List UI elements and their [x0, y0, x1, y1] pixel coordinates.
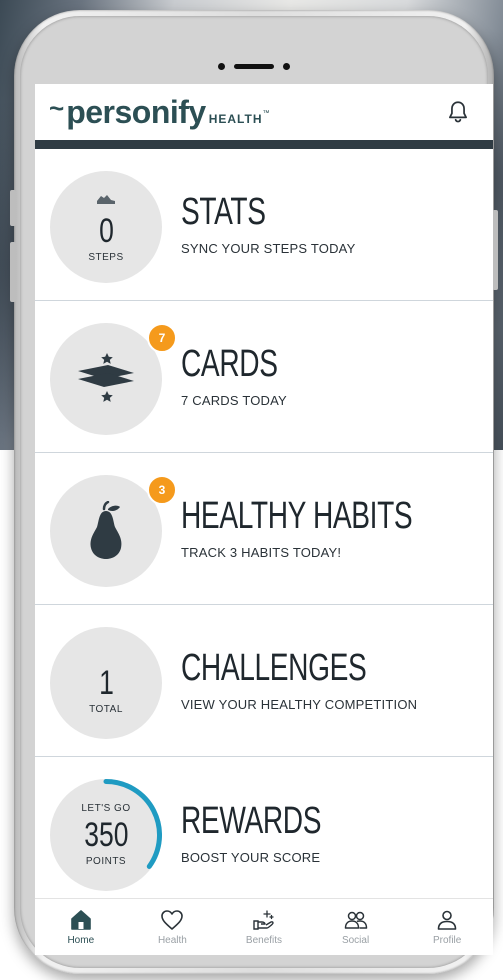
logo-wordmark: personify	[66, 93, 206, 130]
tab-profile-label: Profile	[432, 934, 462, 946]
person-icon	[437, 910, 457, 930]
stats-text: STATS SYNC YOUR STEPS TODAY	[181, 149, 355, 300]
heart-icon	[161, 909, 184, 930]
logo-mark: ~	[49, 92, 65, 123]
logo-suffix: HEALTH	[208, 111, 263, 126]
challenges-text: CHALLENGES VIEW YOUR HEALTHY COMPETITION	[181, 605, 432, 756]
rewards-progress-arc	[103, 779, 162, 869]
volume-down-button	[10, 242, 16, 302]
cards-title: CARDS	[181, 343, 278, 385]
rewards-row[interactable]: LET'S GO 350 POINTS REWARDS BOOST YOUR S…	[35, 757, 493, 909]
app-screen: ~ personify HEALTH ™ 0 STEPS STATS SYNC …	[35, 84, 493, 955]
header-divider	[35, 140, 493, 149]
steps-label: STEPS	[88, 251, 124, 263]
rewards-progress-ring	[103, 779, 162, 869]
challenges-title: CHALLENGES	[181, 647, 367, 689]
rewards-text: REWARDS BOOST YOUR SCORE	[181, 757, 370, 909]
habits-row[interactable]: 3 HEALTHY HABITS TRACK 3 HABITS TODAY!	[35, 453, 493, 605]
tab-home[interactable]: Home	[35, 899, 127, 955]
tab-benefits[interactable]: Benefits	[218, 899, 310, 955]
tab-benefits-label: Benefits	[245, 934, 283, 946]
challenges-circle: 1 TOTAL	[50, 627, 162, 739]
dashboard-list: 0 STEPS STATS SYNC YOUR STEPS TODAY 7 CA…	[35, 149, 493, 909]
challenges-label: TOTAL	[89, 703, 123, 715]
phone-bezel: ~ personify HEALTH ™ 0 STEPS STATS SYNC …	[20, 16, 493, 968]
rewards-subtitle: BOOST YOUR SCORE	[181, 849, 321, 865]
logo-trademark: ™	[262, 109, 270, 117]
tab-health[interactable]: Health	[127, 899, 219, 955]
steps-value: 0	[98, 211, 114, 250]
habits-title: HEALTHY HABITS	[181, 495, 413, 537]
habits-circle	[50, 475, 162, 587]
tab-profile[interactable]: Profile	[401, 899, 493, 955]
app-header: ~ personify HEALTH ™	[35, 84, 493, 140]
cards-row[interactable]: 7 CARDS 7 CARDS TODAY	[35, 301, 493, 453]
stats-subtitle: SYNC YOUR STEPS TODAY	[181, 241, 356, 256]
challenges-value: 1	[98, 663, 114, 702]
sneaker-icon	[97, 194, 115, 204]
phone-frame: ~ personify HEALTH ™ 0 STEPS STATS SYNC …	[10, 10, 498, 974]
phone-speaker	[218, 61, 290, 71]
cards-subtitle: 7 CARDS TODAY	[181, 393, 287, 408]
rewards-title: REWARDS	[181, 799, 322, 842]
hand-sparkle-icon	[253, 909, 274, 930]
cards-circle	[50, 323, 162, 435]
pear-icon	[90, 501, 122, 559]
cards-text: CARDS 7 CARDS TODAY	[181, 301, 312, 452]
challenges-row[interactable]: 1 TOTAL CHALLENGES VIEW YOUR HEALTHY COM…	[35, 605, 493, 757]
habits-text: HEALTHY HABITS TRACK 3 HABITS TODAY!	[181, 453, 493, 604]
home-icon	[70, 909, 91, 930]
tab-social-label: Social	[341, 934, 370, 946]
tab-health-label: Health	[157, 934, 187, 946]
cards-icon	[78, 353, 134, 402]
stats-title: STATS	[181, 191, 266, 233]
habits-subtitle: TRACK 3 HABITS TODAY!	[181, 545, 342, 560]
volume-up-button	[10, 190, 16, 226]
stats-row[interactable]: 0 STEPS STATS SYNC YOUR STEPS TODAY	[35, 149, 493, 301]
people-icon	[344, 911, 367, 929]
challenges-subtitle: VIEW YOUR HEALTHY COMPETITION	[181, 697, 418, 712]
bell-icon[interactable]	[445, 99, 471, 125]
tab-home-label: Home	[67, 934, 95, 946]
steps-circle: 0 STEPS	[50, 171, 162, 283]
bottom-tab-bar: Home Health Benefits Social Profile	[35, 898, 493, 955]
cards-badge: 7	[147, 323, 177, 353]
tab-social[interactable]: Social	[310, 899, 402, 955]
personify-logo: ~ personify HEALTH ™	[49, 92, 270, 131]
habits-badge: 3	[147, 475, 177, 505]
